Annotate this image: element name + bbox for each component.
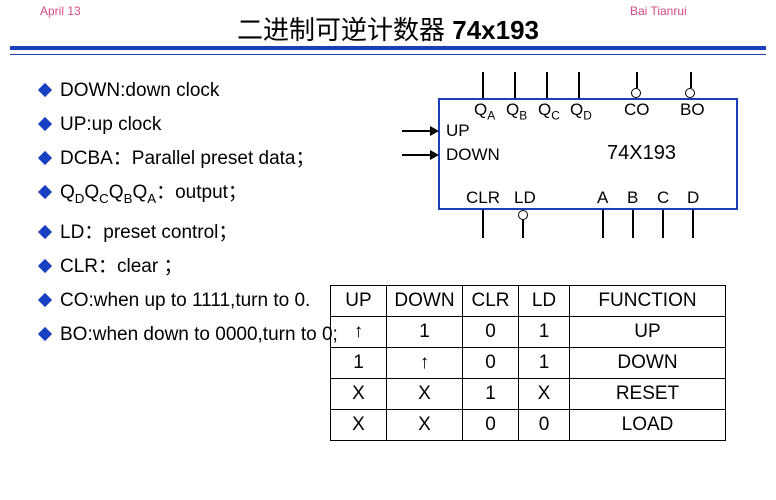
chip-label-ld: LD <box>514 188 536 208</box>
bullet-item: DOWN:down clock <box>40 80 340 102</box>
pin-line <box>692 210 694 238</box>
chip-name: 74X193 <box>607 142 676 165</box>
cell: ↑ <box>331 317 387 348</box>
cell: 1 <box>331 348 387 379</box>
chip-label-c: C <box>657 188 669 208</box>
cell: 1 <box>387 317 463 348</box>
cell: 1 <box>519 348 570 379</box>
bullet-item: QDQCQBQA：output； <box>40 182 340 210</box>
cell: 1 <box>463 379 519 410</box>
chip-label-qb: QB <box>506 100 527 122</box>
pin-line <box>632 210 634 238</box>
bullet-text: QDQCQBQA：output； <box>60 182 247 203</box>
diamond-icon <box>38 293 52 307</box>
pin-line <box>602 210 604 238</box>
bullet-item: CO:when up to 1111,turn to 0. <box>40 290 340 312</box>
bubble-icon <box>685 88 695 98</box>
cell: X <box>387 410 463 441</box>
bullet-item: UP:up clock <box>40 114 340 136</box>
bullet-item: BO:when down to 0000,turn to 0; <box>40 324 340 346</box>
table-row: X X 0 0 LOAD <box>331 410 726 441</box>
chip-label-qa: QA <box>474 100 495 122</box>
cell: 0 <box>519 410 570 441</box>
cell: X <box>387 379 463 410</box>
bubble-icon <box>518 210 528 220</box>
bullet-item: CLR：clear ； <box>40 256 340 278</box>
bullet-text: UP:up clock <box>60 114 161 135</box>
pin-line <box>482 72 484 98</box>
bullet-text: DCBA：Parallel preset data； <box>60 148 315 169</box>
pin-up-line <box>402 130 430 132</box>
cell: DOWN <box>570 348 726 379</box>
cell: ↑ <box>387 348 463 379</box>
chip-label-down: DOWN <box>446 145 500 165</box>
cell: 1 <box>519 317 570 348</box>
bullet-text: LD：preset control； <box>60 222 237 243</box>
title-cn: 二进制可逆计数器 <box>237 15 445 45</box>
chip-diagram: 74X193 UP DOWN QA QB QC QD CO BO CLR LD … <box>402 72 742 242</box>
diamond-icon <box>38 151 52 165</box>
bullet-text: CLR：clear ； <box>60 256 182 277</box>
arrow-icon <box>430 126 439 136</box>
pin-line <box>662 210 664 238</box>
chip-label-a: A <box>597 188 608 208</box>
chip-label-co: CO <box>624 100 650 120</box>
pin-line <box>578 72 580 98</box>
th-function: FUNCTION <box>570 286 726 317</box>
chip-label-qc: QC <box>538 100 560 122</box>
chip-label-up: UP <box>446 121 470 141</box>
chip-label-d: D <box>687 188 699 208</box>
chip-label-b: B <box>627 188 638 208</box>
bubble-icon <box>631 88 641 98</box>
bullet-text: CO:when up to 1111,turn to 0. <box>60 290 310 311</box>
diamond-icon <box>38 185 52 199</box>
bullet-text: BO:when down to 0000,turn to 0; <box>60 324 338 345</box>
cell: X <box>519 379 570 410</box>
pin-line <box>514 72 516 98</box>
pin-line <box>636 72 638 88</box>
th-up: UP <box>331 286 387 317</box>
bullet-item: LD：preset control； <box>40 222 340 244</box>
table-row: 1 ↑ 0 1 DOWN <box>331 348 726 379</box>
pin-line <box>690 72 692 88</box>
bullet-text: DOWN:down clock <box>60 80 219 101</box>
bullet-item: DCBA：Parallel preset data； <box>40 148 340 170</box>
cell: X <box>331 410 387 441</box>
pin-down-line <box>402 154 430 156</box>
diamond-icon <box>38 225 52 239</box>
cell: 0 <box>463 348 519 379</box>
diamond-icon <box>38 327 52 341</box>
cell: 0 <box>463 410 519 441</box>
bullet-list: DOWN:down clock UP:up clock DCBA：Paralle… <box>40 80 340 358</box>
cell: 0 <box>463 317 519 348</box>
th-ld: LD <box>519 286 570 317</box>
arrow-icon <box>430 150 439 160</box>
pin-line <box>522 220 524 238</box>
table-header-row: UP DOWN CLR LD FUNCTION <box>331 286 726 317</box>
pin-line <box>546 72 548 98</box>
cell: LOAD <box>570 410 726 441</box>
chip-label-qd: QD <box>570 100 592 122</box>
th-down: DOWN <box>387 286 463 317</box>
table-row: X X 1 X RESET <box>331 379 726 410</box>
diamond-icon <box>38 83 52 97</box>
truth-table: UP DOWN CLR LD FUNCTION ↑ 1 0 1 UP 1 ↑ 0… <box>330 285 726 441</box>
table-row: ↑ 1 0 1 UP <box>331 317 726 348</box>
cell: RESET <box>570 379 726 410</box>
chip-label-bo: BO <box>680 100 705 120</box>
title-chip: 74x193 <box>452 15 539 45</box>
chip-label-clr: CLR <box>466 188 500 208</box>
header-rule <box>10 46 766 55</box>
th-clr: CLR <box>463 286 519 317</box>
page-title: 二进制可逆计数器 74x193 <box>0 10 776 47</box>
pin-line <box>482 210 484 238</box>
diamond-icon <box>38 259 52 273</box>
cell: X <box>331 379 387 410</box>
diamond-icon <box>38 117 52 131</box>
cell: UP <box>570 317 726 348</box>
